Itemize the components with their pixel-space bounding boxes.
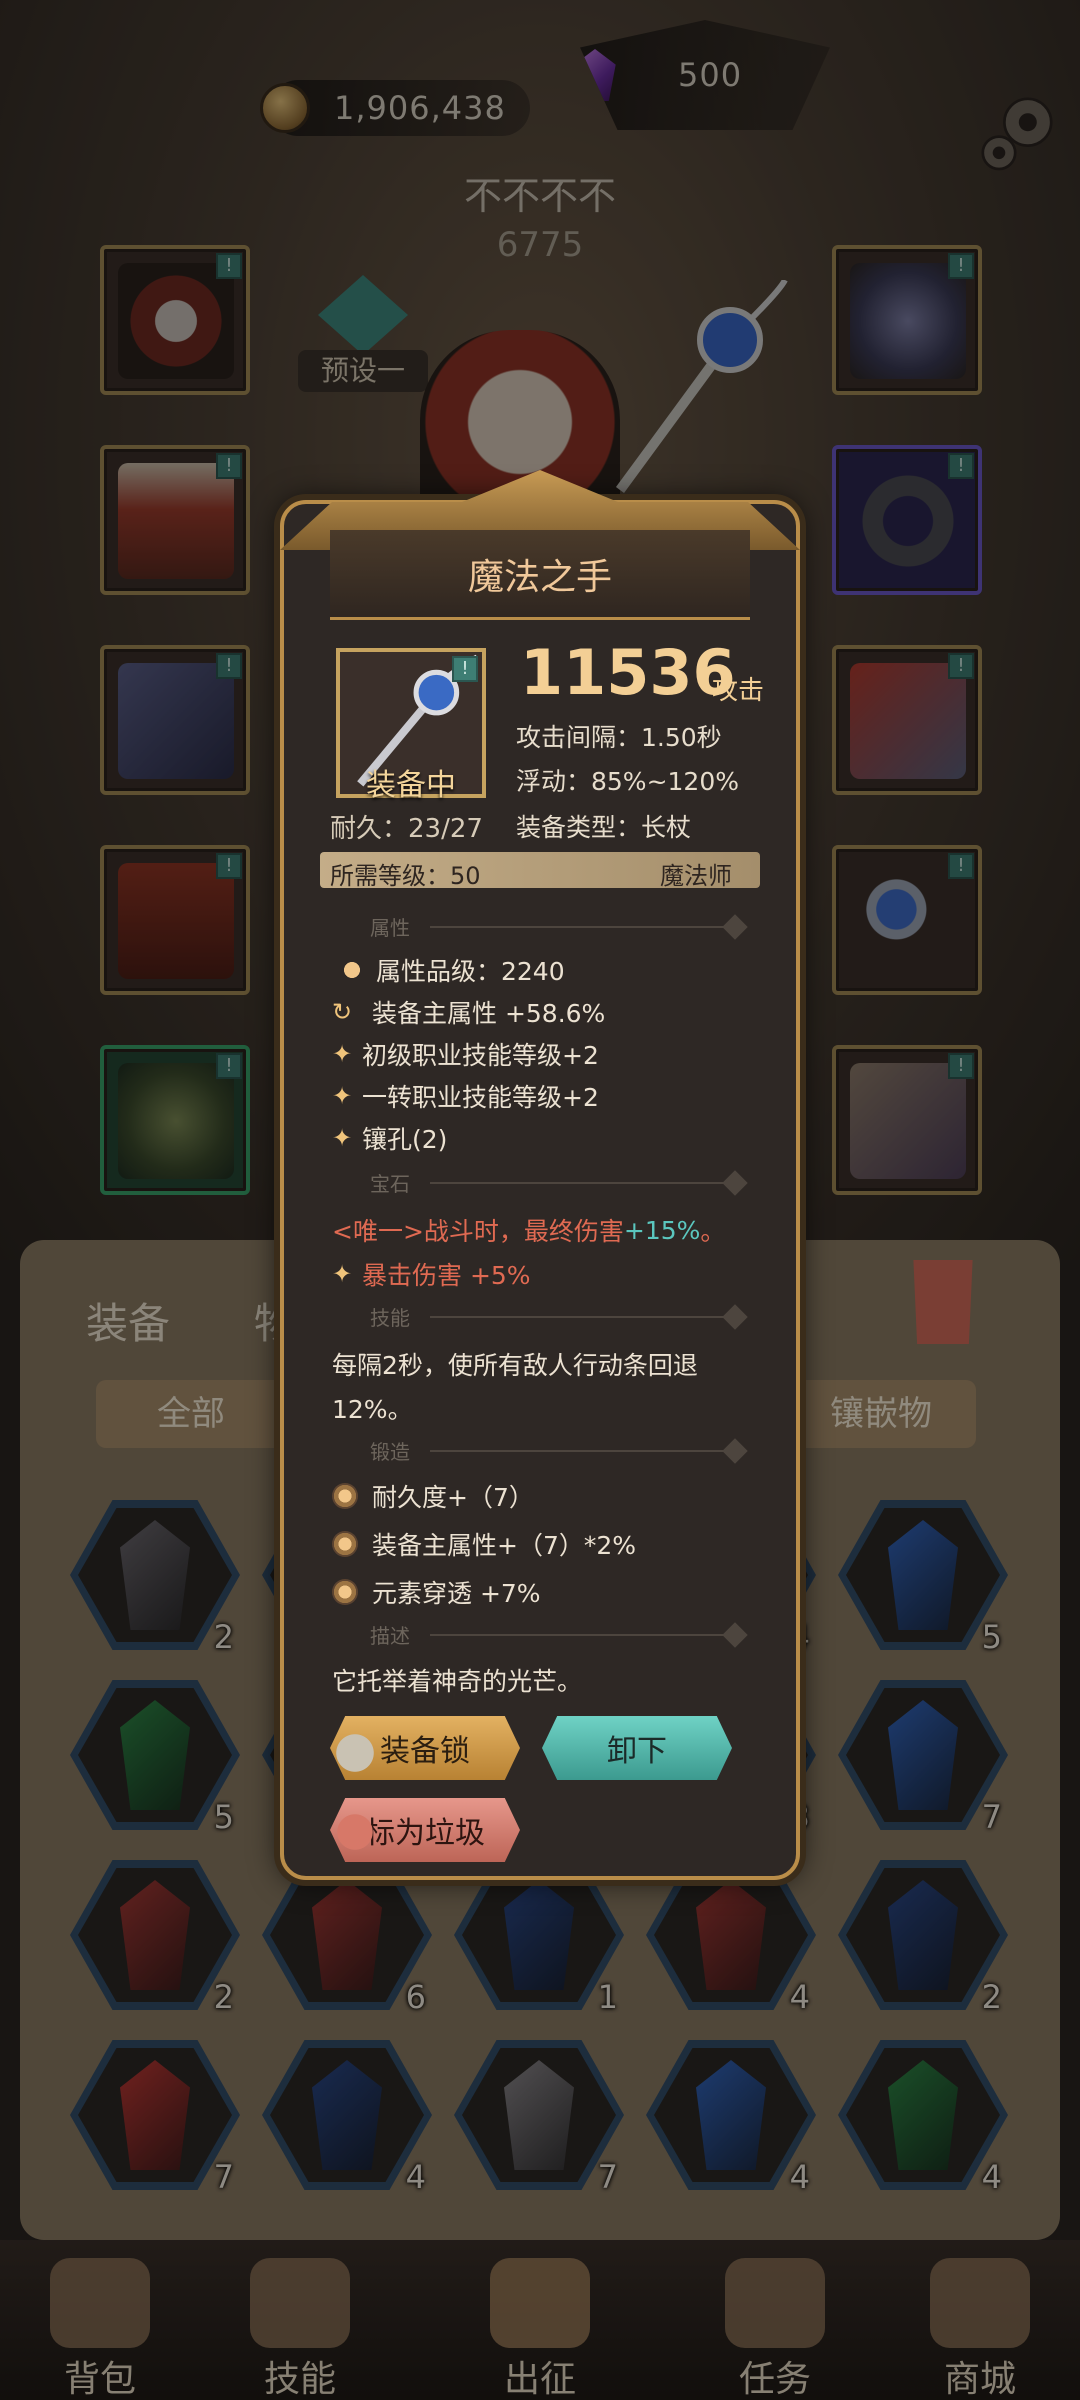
orb-icon [332, 1579, 358, 1605]
gem-crit: ✦ 暴击伤害 +5% [332, 1256, 531, 1292]
forging-line: 元素穿透 +7% [332, 1574, 541, 1610]
gem-effect-value: +15% [623, 1215, 701, 1245]
equipped-label: 装备中 [366, 768, 456, 803]
section-gems: 宝石 [330, 1168, 750, 1198]
section-title: 技能 [370, 1306, 410, 1330]
equip-type: 装备类型：长杖 [516, 813, 692, 842]
main-attribute: ↻ 装备主属性 +58.6% [332, 994, 605, 1030]
orb-icon [332, 1531, 358, 1557]
section-title: 宝石 [370, 1172, 410, 1196]
forging-line-text: 元素穿透 +7% [372, 1579, 541, 1608]
attribute-line-text: 镶孔(2) [362, 1125, 448, 1154]
divider [430, 1450, 730, 1452]
section-title: 描述 [370, 1624, 410, 1648]
skill-description: 每隔2秒，使所有敌人行动条回退12%。 [332, 1351, 698, 1424]
trash-tag-icon [330, 1796, 380, 1856]
lock-button-label: 装备锁 [380, 1734, 470, 1769]
forging-line: 装备主属性+（7）*2% [332, 1526, 636, 1562]
required-level: 所需等级：50 [330, 862, 481, 890]
forging-line-text: 装备主属性+（7）*2% [372, 1531, 637, 1560]
diamond-icon [722, 914, 748, 940]
float-range: 浮动：85%~120% [516, 767, 739, 796]
star-bullet-icon: ✦ [332, 1260, 353, 1288]
attribute-line: ✦ 镶孔(2) [332, 1120, 447, 1156]
diamond-icon [722, 1304, 748, 1330]
unequip-button[interactable]: 卸下 [542, 1716, 732, 1780]
item-flavor-text: 它托举着神奇的光芒。 [332, 1667, 583, 1696]
forging-line-text: 耐久度+（7） [372, 1483, 534, 1512]
attribute-line-text: 初级职业技能等级+2 [362, 1041, 599, 1070]
section-attributes: 属性 [330, 912, 750, 942]
star-bullet-icon: ✦ [332, 1040, 353, 1068]
section-skill: 技能 [330, 1302, 750, 1332]
divider [430, 1634, 730, 1636]
divider [430, 1316, 730, 1318]
star-bullet-icon: ✦ [332, 1082, 353, 1110]
upgrade-badge-icon: ! [452, 656, 478, 682]
section-forging: 锻造 [330, 1436, 750, 1466]
attribute-line: ✦ 一转职业技能等级+2 [332, 1078, 599, 1114]
forging-line: 耐久度+（7） [332, 1478, 534, 1514]
padlock-icon [330, 1714, 380, 1774]
required-class: 魔法师 [660, 862, 732, 890]
section-title: 属性 [370, 916, 410, 940]
attack-interval: 攻击间隔：1.50秒 [516, 723, 722, 752]
grade-icon [332, 953, 372, 987]
diamond-icon [722, 1622, 748, 1648]
mark-trash-label: 标为垃圾 [365, 1816, 485, 1851]
divider [430, 1182, 730, 1184]
item-name: 魔法之手 [467, 557, 612, 598]
diamond-icon [722, 1170, 748, 1196]
attack-unit: 攻击 [712, 676, 765, 706]
gem-effect-text: <唯一>战斗时，最终伤害 [332, 1217, 624, 1246]
gem-effect-suffix: 。 [700, 1217, 726, 1246]
item-durability: 耐久：23/27 [330, 814, 483, 844]
attack-value: 11536 [520, 636, 736, 709]
attribute-line-text: 一转职业技能等级+2 [362, 1083, 599, 1112]
attribute-grade-text: 属性品级：2240 [376, 957, 565, 986]
attribute-line: ✦ 初级职业技能等级+2 [332, 1036, 599, 1072]
unequip-button-label: 卸下 [607, 1734, 667, 1769]
orb-icon [332, 1483, 358, 1509]
attribute-grade: 属性品级：2240 [332, 952, 565, 988]
divider [430, 926, 730, 928]
diamond-icon [722, 1438, 748, 1464]
section-title: 锻造 [370, 1440, 410, 1464]
star-bullet-icon: ✦ [332, 1124, 353, 1152]
gem-crit-text: 暴击伤害 +5% [362, 1261, 531, 1290]
section-description: 描述 [330, 1620, 750, 1650]
main-attribute-text: 装备主属性 +58.6% [372, 999, 606, 1028]
gem-effect: <唯一>战斗时，最终伤害 +15%。 [332, 1212, 725, 1248]
refresh-icon: ↻ [332, 998, 353, 1026]
